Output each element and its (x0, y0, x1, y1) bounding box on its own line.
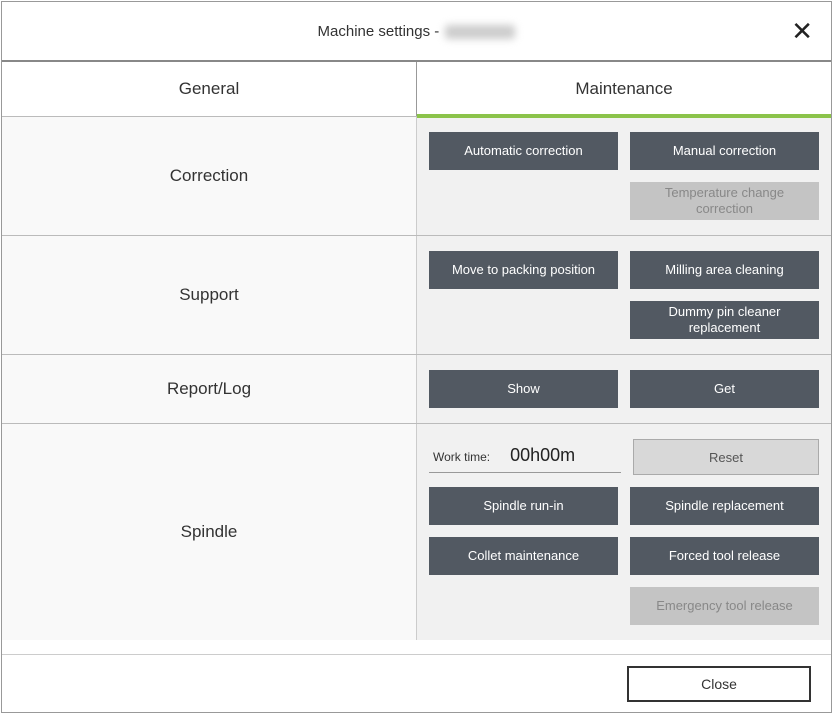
section-support-body: Move to packing position Milling area cl… (417, 236, 831, 354)
worktime-display: Work time: 00h00m (429, 441, 621, 473)
titlebar: Machine settings - ✕ (2, 2, 831, 62)
section-spindle-body: Work time: 00h00m Reset Spindle run-in S… (417, 424, 831, 640)
spindle-replacement-button[interactable]: Spindle replacement (630, 487, 819, 525)
dialog-title: Machine settings - (318, 23, 516, 40)
section-correction-label: Correction (2, 117, 417, 235)
report-get-button[interactable]: Get (630, 370, 819, 408)
title-machine-id-redacted (445, 25, 515, 39)
tab-bar: General Maintenance (2, 62, 831, 116)
section-spindle-label: Spindle (2, 424, 417, 640)
section-reportlog-body: Show Get (417, 355, 831, 423)
section-correction: Correction Automatic correction Manual c… (2, 117, 831, 236)
emergency-tool-release-button: Emergency tool release (630, 587, 819, 625)
section-support-label: Support (2, 236, 417, 354)
spindle-runin-button[interactable]: Spindle run-in (429, 487, 618, 525)
manual-correction-button[interactable]: Manual correction (630, 132, 819, 170)
collet-maintenance-button[interactable]: Collet maintenance (429, 537, 618, 575)
worktime-value: 00h00m (510, 445, 575, 466)
forced-tool-release-button[interactable]: Forced tool release (630, 537, 819, 575)
tab-general-label: General (179, 79, 239, 99)
section-reportlog: Report/Log Show Get (2, 355, 831, 424)
worktime-label: Work time: (433, 450, 490, 464)
move-packing-button[interactable]: Move to packing position (429, 251, 618, 289)
footer: Close (2, 654, 831, 712)
worktime-reset-button[interactable]: Reset (633, 439, 819, 475)
dummy-pin-button[interactable]: Dummy pin cleaner replacement (630, 301, 819, 339)
close-icon[interactable]: ✕ (791, 18, 813, 44)
content-area: Correction Automatic correction Manual c… (2, 116, 831, 654)
title-prefix: Machine settings - (318, 23, 444, 40)
section-support: Support Move to packing position Milling… (2, 236, 831, 355)
tab-maintenance[interactable]: Maintenance (417, 62, 831, 116)
report-show-button[interactable]: Show (429, 370, 618, 408)
automatic-correction-button[interactable]: Automatic correction (429, 132, 618, 170)
close-button[interactable]: Close (627, 666, 811, 702)
milling-clean-button[interactable]: Milling area cleaning (630, 251, 819, 289)
tab-maintenance-label: Maintenance (575, 79, 672, 99)
tab-general[interactable]: General (2, 62, 417, 116)
section-correction-body: Automatic correction Manual correction T… (417, 117, 831, 235)
section-spindle: Spindle Work time: 00h00m Reset Spindle … (2, 424, 831, 640)
section-reportlog-label: Report/Log (2, 355, 417, 423)
temperature-correction-button: Temperature change correction (630, 182, 819, 220)
machine-settings-dialog: Machine settings - ✕ General Maintenance… (1, 1, 832, 713)
